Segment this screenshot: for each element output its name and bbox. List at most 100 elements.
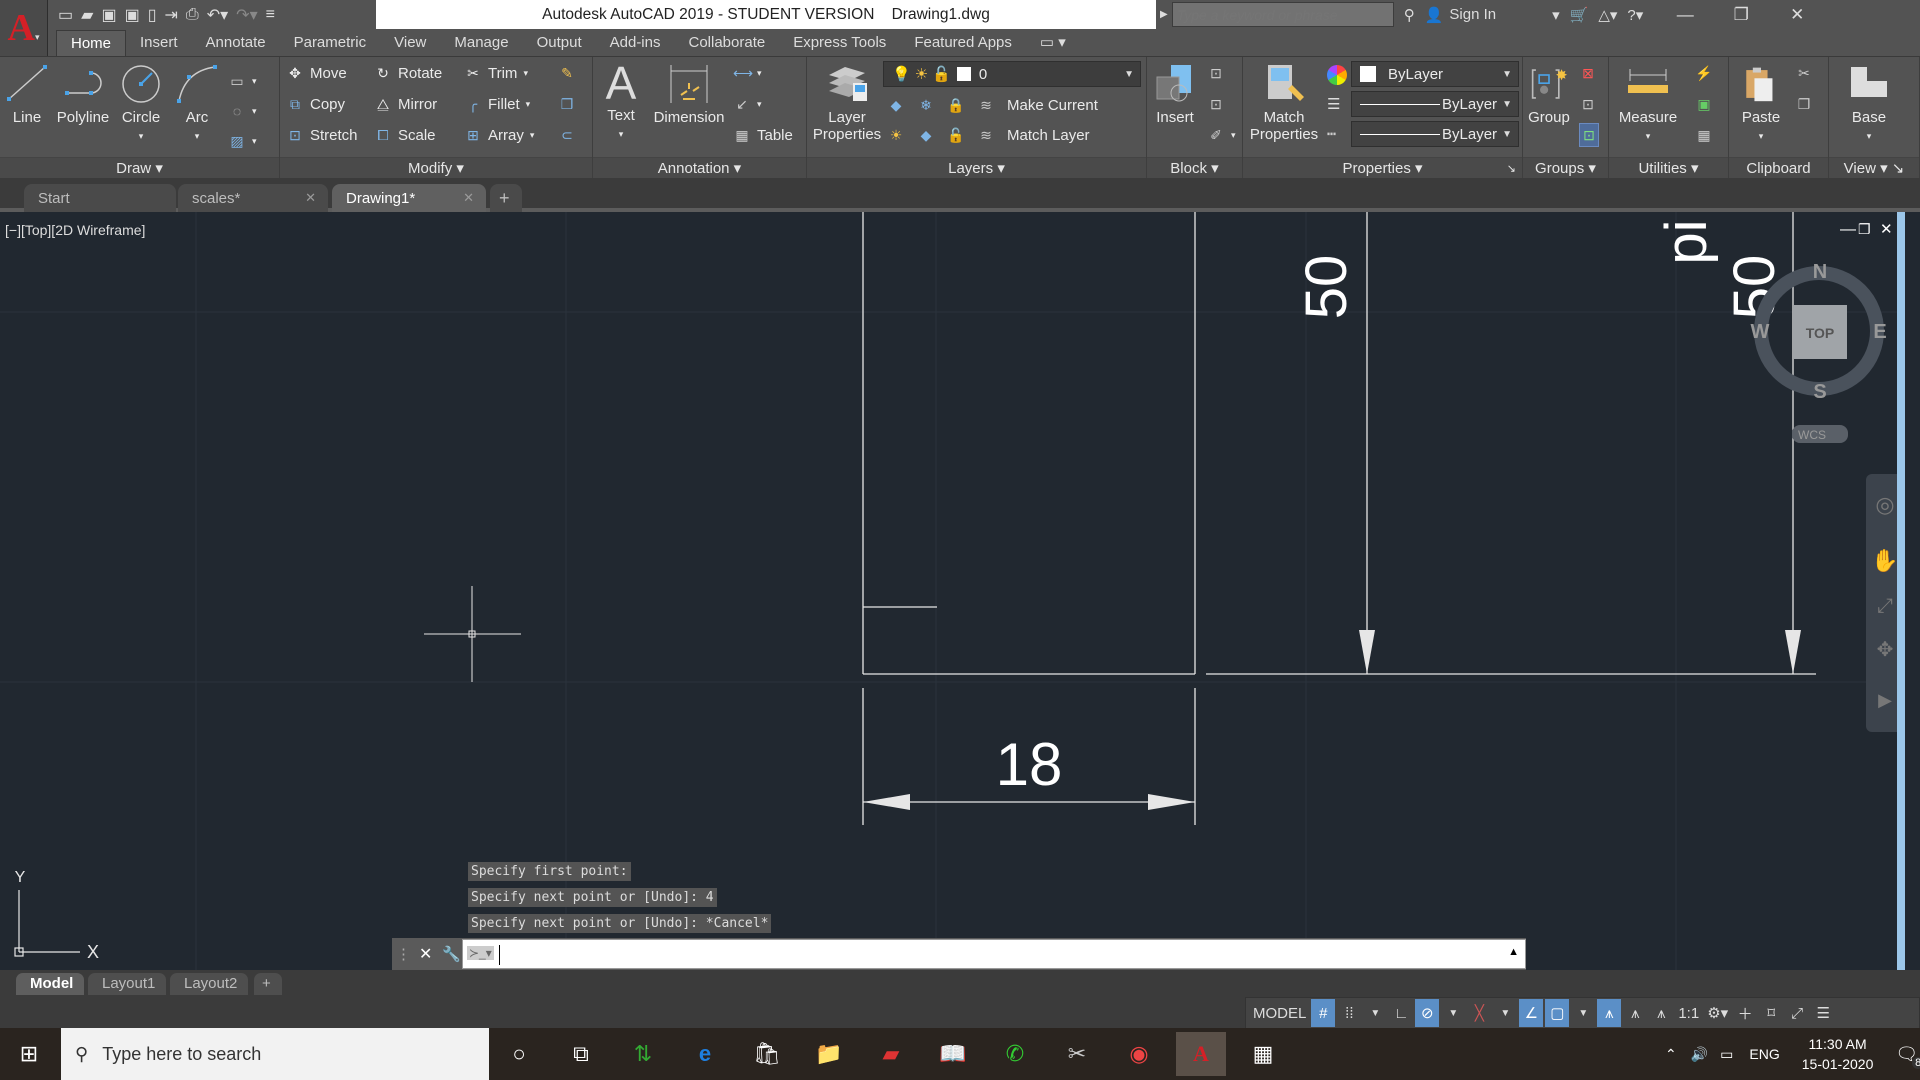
match-layer-button[interactable]: Match Layer xyxy=(1007,127,1090,144)
offset-button[interactable]: ⊂ xyxy=(558,123,576,147)
cortana-icon[interactable]: ○ xyxy=(494,1032,544,1076)
polar-dropdown[interactable]: ▼ xyxy=(1441,999,1465,1027)
customization-menu-icon[interactable]: ☰ xyxy=(1811,999,1835,1027)
linetype-dropdown[interactable]: ByLayer ▼ xyxy=(1351,121,1519,147)
utilities-panel-label[interactable]: Utilities ▾ xyxy=(1609,157,1728,179)
file-explorer-icon[interactable]: 📁 xyxy=(804,1032,854,1076)
annotation-scale-icon[interactable]: ⩚ xyxy=(1649,999,1673,1027)
viewport-restore-icon[interactable]: ❐ xyxy=(1858,221,1871,237)
cart-icon[interactable]: 🛒 xyxy=(1570,6,1589,24)
tab-view[interactable]: View xyxy=(380,30,440,56)
minimize-button[interactable]: — xyxy=(1657,5,1713,25)
circle-button[interactable]: Circle ▾ xyxy=(116,63,166,145)
close-command-line-icon[interactable]: ✕ xyxy=(419,944,432,964)
select-all-button[interactable]: ▣ xyxy=(1695,92,1713,116)
reader-app-icon[interactable]: 📖 xyxy=(928,1032,978,1076)
tab-manage[interactable]: Manage xyxy=(440,30,522,56)
edge-icon[interactable]: e xyxy=(680,1032,730,1076)
fillet-button[interactable]: ╭ Fillet ▾ xyxy=(464,92,530,116)
insert-button[interactable]: Insert xyxy=(1149,63,1201,126)
lineweight-dropdown[interactable]: ByLayer ▼ xyxy=(1351,91,1519,117)
snap-dropdown[interactable]: ▼ xyxy=(1363,999,1387,1027)
layer-dropdown[interactable]: 💡 ☀ 🔓 0 ▼ xyxy=(883,61,1141,87)
notifications-icon[interactable]: 🗨 8 xyxy=(1895,1044,1920,1069)
close-tab-icon[interactable]: ✕ xyxy=(305,190,316,206)
tab-output[interactable]: Output xyxy=(523,30,596,56)
tab-insert[interactable]: Insert xyxy=(126,30,192,56)
group-button[interactable]: ✸ Group xyxy=(1525,63,1573,126)
rotate-button[interactable]: ↻ Rotate xyxy=(374,61,442,85)
workspace-gear-icon[interactable]: ⚙▾ xyxy=(1704,999,1731,1027)
isolate-objects-icon[interactable]: ⌑ xyxy=(1759,999,1783,1027)
close-tab-icon[interactable]: ✕ xyxy=(463,190,474,206)
doc-tab-start[interactable]: Start xyxy=(24,184,176,212)
calculator-taskbar-icon[interactable]: ▦ xyxy=(1238,1032,1288,1076)
viewcube-top-face[interactable]: TOP xyxy=(1806,325,1835,341)
ribbon-minimize-toggle[interactable]: ▭ ▾ xyxy=(1026,30,1080,56)
dimension-button[interactable]: Dimension xyxy=(649,63,729,126)
drag-handle-icon[interactable]: ⋮ xyxy=(396,945,411,963)
copy-button[interactable]: ⧉ Copy xyxy=(286,92,345,116)
edit-block-button[interactable]: ⊡ xyxy=(1207,92,1225,116)
snap-toggle[interactable]: ⁞⁞ xyxy=(1337,999,1361,1027)
layer-thaw-icon[interactable]: ◆ xyxy=(917,126,935,144)
taskbar-search[interactable]: ⚲ Type here to search xyxy=(61,1028,489,1080)
tab-featured-apps[interactable]: Featured Apps xyxy=(900,30,1026,56)
annotation-scale-dropdown[interactable]: 1:1 xyxy=(1675,999,1702,1027)
layer-unlock-icon[interactable]: 🔓 xyxy=(947,126,965,144)
autocad-taskbar-icon[interactable]: A xyxy=(1176,1032,1226,1076)
expand-search-icon[interactable]: ▶ xyxy=(1160,9,1168,20)
vertical-scrollbar[interactable] xyxy=(1897,212,1905,970)
viewcube[interactable]: TOP N S E W WCS xyxy=(1751,261,1887,443)
command-history-toggle-icon[interactable]: ▲ xyxy=(1508,946,1519,958)
layout-tab-layout1[interactable]: Layout1 xyxy=(88,973,166,995)
polar-tracking-toggle[interactable]: ⊘ xyxy=(1415,999,1440,1027)
move-button[interactable]: ✥ Move xyxy=(286,61,347,85)
paste-button[interactable]: Paste ▾ xyxy=(1733,63,1789,145)
calculator-button[interactable]: ▦ xyxy=(1695,123,1713,147)
mirror-button[interactable]: ⧋ Mirror xyxy=(374,92,437,116)
open-from-web-icon[interactable]: ▯ xyxy=(148,5,157,25)
layers-panel-label[interactable]: Layers ▾ xyxy=(807,157,1146,179)
chevron-down-icon[interactable]: ▾ xyxy=(1552,6,1560,24)
doc-tab-scales[interactable]: scales* ✕ xyxy=(178,184,328,212)
store-icon[interactable]: 🛍 xyxy=(742,1032,792,1076)
sync-app-icon[interactable]: ⇅ xyxy=(618,1032,668,1076)
base-button[interactable]: Base ▾ xyxy=(1839,63,1899,145)
array-button[interactable]: ⊞ Array ▾ xyxy=(464,123,534,147)
block-panel-label[interactable]: Block ▾ xyxy=(1147,157,1242,179)
customize-qat-icon[interactable]: ≡ xyxy=(266,6,275,24)
modify-panel-label[interactable]: Modify ▾ xyxy=(280,157,592,179)
showmotion-icon[interactable]: ▶ xyxy=(1878,690,1892,710)
view-panel-label[interactable]: View ▾ ↘ xyxy=(1829,157,1919,179)
redo-icon[interactable]: ↷▾ xyxy=(236,5,257,25)
groups-panel-label[interactable]: Groups ▾ xyxy=(1523,157,1608,179)
save-icon[interactable]: ▣ xyxy=(101,5,116,25)
edit-attributes-button[interactable]: ✐ ▾ xyxy=(1207,123,1235,147)
viewport-close-icon[interactable]: ✕ xyxy=(1880,221,1893,238)
make-current-button[interactable]: Make Current xyxy=(1007,97,1098,114)
new-icon[interactable]: ▭ xyxy=(58,5,73,25)
snipping-tool-icon[interactable]: ✂ xyxy=(1052,1032,1102,1076)
plot-icon[interactable]: ⎙ xyxy=(186,6,199,24)
chrome-icon[interactable]: ◉ xyxy=(1114,1032,1164,1076)
battery-icon[interactable]: ▭ xyxy=(1720,1046,1733,1063)
save-to-web-icon[interactable]: ⇥ xyxy=(165,5,178,25)
table-button[interactable]: ▦ Table xyxy=(733,123,792,147)
draw-panel-label[interactable]: Draw ▾ xyxy=(0,157,279,179)
command-prompt-icon[interactable]: ≻_▾ xyxy=(467,946,494,960)
language-indicator[interactable]: ENG xyxy=(1749,1046,1779,1062)
save-as-icon[interactable]: ▣ xyxy=(125,5,140,25)
object-snap-toggle[interactable]: ▢ xyxy=(1545,999,1570,1027)
viewport-controls-label[interactable]: [−][Top][2D Wireframe] xyxy=(5,222,145,238)
quick-select-button[interactable]: ⚡ xyxy=(1695,61,1713,85)
ortho-toggle[interactable]: ∟ xyxy=(1389,999,1413,1027)
orbit-icon[interactable]: ✥ xyxy=(1877,639,1894,661)
match-properties-button[interactable]: Match Properties xyxy=(1245,63,1323,143)
scale-button[interactable]: ⧠ Scale xyxy=(374,123,435,147)
linear-dimension-button[interactable]: ⟷ ▾ xyxy=(733,61,762,85)
binoculars-icon[interactable]: ⚲ xyxy=(1404,6,1415,24)
tab-home[interactable]: Home xyxy=(56,30,127,56)
annotation-panel-label[interactable]: Annotation ▾ xyxy=(593,157,806,179)
pan-icon[interactable]: ✋ xyxy=(1871,548,1898,573)
